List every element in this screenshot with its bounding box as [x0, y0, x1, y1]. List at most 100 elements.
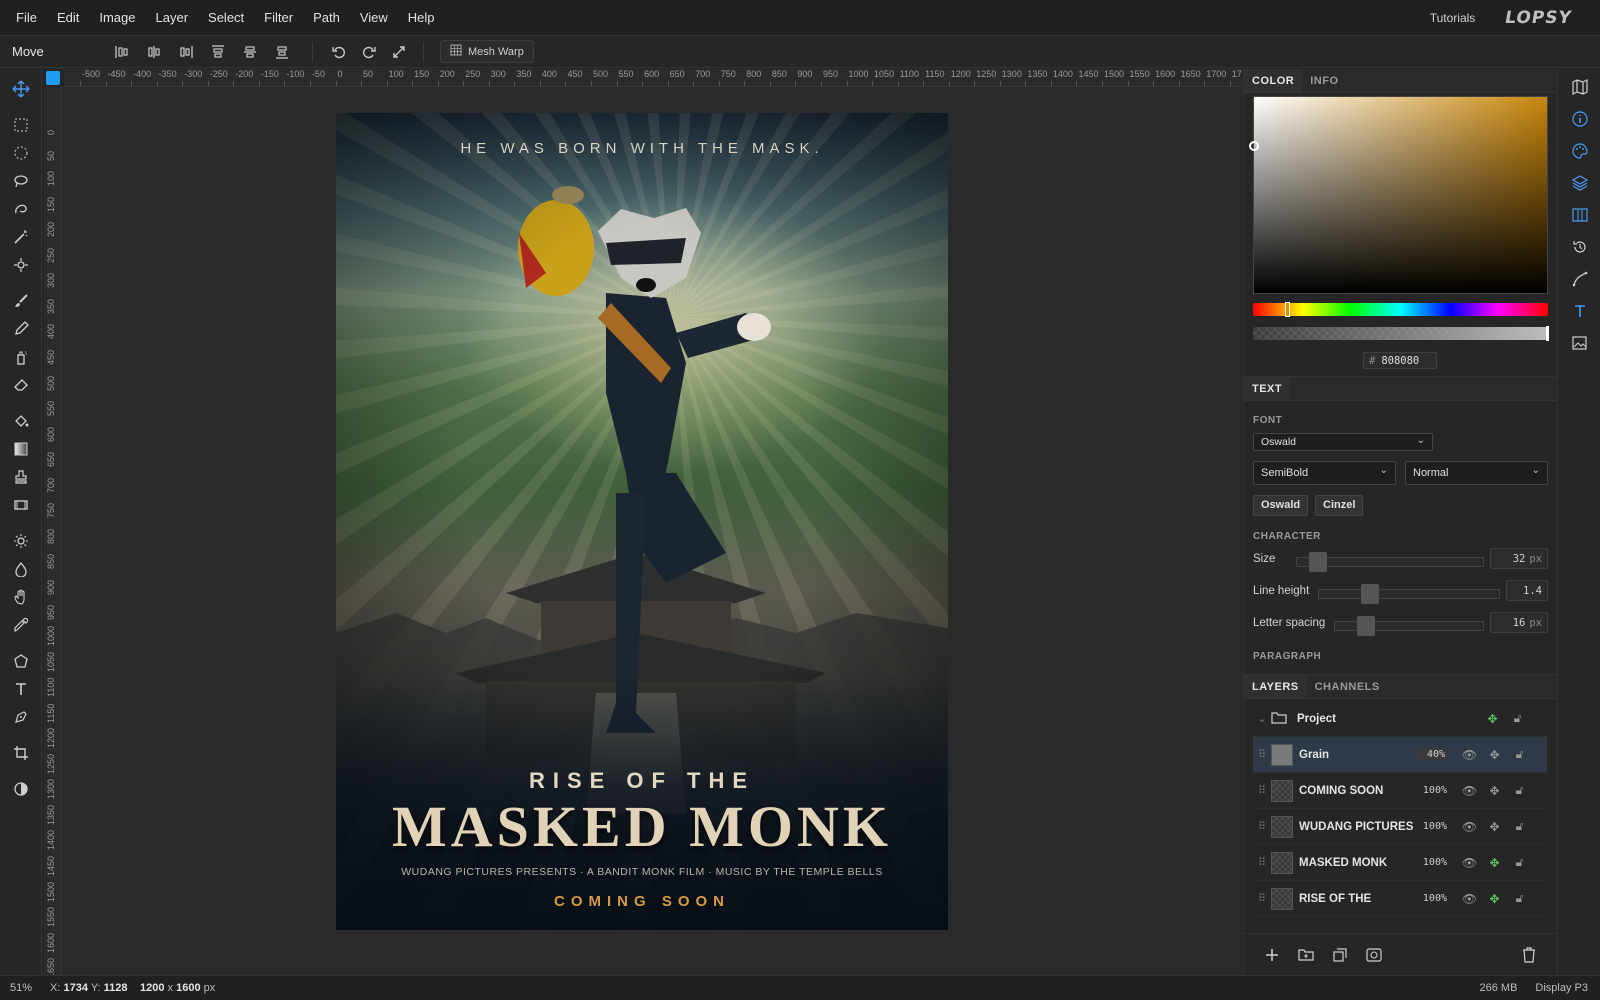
pencil-icon[interactable]	[0, 315, 42, 343]
hex-input[interactable]: # 808080	[1363, 352, 1437, 369]
ellipse-marquee-icon[interactable]	[0, 139, 42, 167]
layer-row-masked-monk[interactable]: ⠿ MASKED MONK 100% 👁︎ ✥ 🔓︎	[1253, 845, 1547, 881]
link-icon[interactable]: ✥	[1482, 892, 1507, 906]
eye-icon[interactable]: 👁︎	[1457, 892, 1482, 906]
tab-text[interactable]: TEXT	[1244, 377, 1291, 400]
lock-icon[interactable]: 🔓︎	[1505, 711, 1530, 726]
hue-thumb[interactable]	[1285, 302, 1290, 317]
canvas-area[interactable]: HE WAS BORN WITH THE MASK. RISE OF THE M…	[63, 87, 1242, 975]
blur-drop-icon[interactable]	[0, 555, 42, 583]
dodge-icon[interactable]	[0, 527, 42, 555]
eyedropper-icon[interactable]	[0, 611, 42, 639]
recent-font-oswald[interactable]: Oswald	[1253, 495, 1309, 516]
mask-icon[interactable]	[1362, 944, 1386, 966]
drag-handle-icon[interactable]: ⠿	[1253, 892, 1271, 905]
layers-icon[interactable]	[1558, 167, 1600, 199]
crop-icon[interactable]	[0, 739, 42, 767]
columns-icon[interactable]	[1558, 199, 1600, 231]
layer-opacity[interactable]: 40%	[1417, 749, 1447, 760]
mesh-warp-button[interactable]: Mesh Warp	[440, 40, 534, 63]
eye-icon[interactable]: 👁︎	[1457, 856, 1482, 870]
tab-info[interactable]: INFO	[1302, 69, 1346, 92]
image-edit-icon[interactable]	[1558, 327, 1600, 359]
undo-icon[interactable]	[327, 41, 351, 63]
poster-credits[interactable]: WUDANG PICTURES PRESENTS · A BANDIT MONK…	[336, 866, 948, 878]
duplicate-icon[interactable]	[1328, 944, 1352, 966]
contrast-icon[interactable]	[0, 775, 42, 803]
eraser-icon[interactable]	[0, 371, 42, 399]
font-style-select[interactable]: Normal ⌄	[1405, 461, 1548, 485]
poster-artboard[interactable]: HE WAS BORN WITH THE MASK. RISE OF THE M…	[336, 113, 948, 930]
poster-tagline[interactable]: HE WAS BORN WITH THE MASK.	[336, 140, 948, 157]
size-input[interactable]: 32 px	[1490, 548, 1548, 569]
drag-handle-icon[interactable]: ⠿	[1253, 748, 1271, 761]
letter-spacing-slider[interactable]	[1334, 616, 1484, 636]
menu-file[interactable]: File	[6, 0, 47, 36]
drag-handle-icon[interactable]: ⠿	[1253, 784, 1271, 797]
magnetic-lasso-icon[interactable]	[0, 195, 42, 223]
text-tool-icon[interactable]	[0, 675, 42, 703]
stamp-icon[interactable]	[0, 463, 42, 491]
size-slider-thumb[interactable]	[1309, 552, 1327, 572]
redo-icon[interactable]	[357, 41, 381, 63]
film-icon[interactable]	[0, 491, 42, 519]
menu-edit[interactable]: Edit	[47, 0, 89, 36]
ruler-origin[interactable]	[46, 71, 60, 85]
lasso-icon[interactable]	[0, 167, 42, 195]
link-icon[interactable]: ✥	[1482, 820, 1507, 834]
lock-icon[interactable]: 🔓︎	[1507, 783, 1532, 798]
drag-handle-icon[interactable]: ⠿	[1253, 856, 1271, 869]
poster-coming-soon[interactable]: COMING SOON	[336, 893, 948, 910]
brush-icon[interactable]	[0, 287, 42, 315]
layer-opacity[interactable]: 100%	[1417, 821, 1447, 832]
spray-icon[interactable]	[0, 343, 42, 371]
tab-color[interactable]: COLOR	[1244, 69, 1303, 92]
hand-icon[interactable]	[0, 583, 42, 611]
hue-slider[interactable]	[1253, 302, 1548, 317]
align-center-h-icon[interactable]	[142, 41, 166, 63]
size-slider[interactable]	[1296, 552, 1484, 572]
alpha-thumb[interactable]	[1546, 326, 1549, 341]
layer-row-grain[interactable]: ⠿ Grain 40% 👁︎ ✥ 🔓︎	[1253, 737, 1547, 773]
font-weight-select[interactable]: SemiBold ⌄	[1253, 461, 1396, 485]
horizontal-ruler[interactable]: -500 -450 -400 -350 -300 -250 -200 -150 -100 -50 0…	[64, 69, 1242, 87]
poster-title[interactable]: MASKED MONK	[336, 793, 948, 860]
poster-rise-text[interactable]: RISE OF THE	[336, 768, 948, 794]
line-height-slider[interactable]	[1318, 584, 1500, 604]
line-height-slider-thumb[interactable]	[1361, 584, 1379, 604]
expand-icon[interactable]	[387, 41, 411, 63]
layer-opacity[interactable]: 100%	[1417, 893, 1447, 904]
menu-layer[interactable]: Layer	[146, 0, 199, 36]
align-left-icon[interactable]	[110, 41, 134, 63]
line-height-input[interactable]: 1.4	[1506, 580, 1548, 601]
link-icon[interactable]: ✥	[1480, 712, 1505, 726]
layer-group-project[interactable]: ⌄ Project ✥ 🔓︎	[1253, 701, 1547, 737]
layer-row-rise-of-the[interactable]: ⠿ RISE OF THE 100% 👁︎ ✥ 🔓︎	[1253, 881, 1547, 917]
palette-icon[interactable]	[1558, 135, 1600, 167]
move-tool-icon[interactable]	[0, 75, 42, 103]
chevron-down-icon[interactable]: ⌄	[1253, 712, 1271, 725]
font-family-select[interactable]: Oswald ⌄	[1253, 433, 1433, 451]
lock-icon[interactable]: 🔓︎	[1507, 747, 1532, 762]
tab-layers[interactable]: LAYERS	[1244, 675, 1307, 698]
map-icon[interactable]	[1558, 71, 1600, 103]
eye-icon[interactable]: 👁︎	[1457, 820, 1482, 834]
paint-bucket-icon[interactable]	[0, 407, 42, 435]
layer-row-wudang-pictures[interactable]: ⠿ WUDANG PICTURES 100% 👁︎ ✥ 🔓︎	[1253, 809, 1547, 845]
tutorials-link[interactable]: Tutorials	[1430, 11, 1476, 25]
text-panel-icon[interactable]	[1558, 295, 1600, 327]
menu-select[interactable]: Select	[198, 0, 254, 36]
link-icon[interactable]: ✥	[1482, 856, 1507, 870]
lock-icon[interactable]: 🔓︎	[1507, 819, 1532, 834]
tab-channels[interactable]: CHANNELS	[1307, 675, 1388, 698]
history-icon[interactable]	[1558, 231, 1600, 263]
curve-icon[interactable]	[1558, 263, 1600, 295]
rect-marquee-icon[interactable]	[0, 111, 42, 139]
eye-icon[interactable]: 👁︎	[1457, 748, 1482, 762]
layer-opacity[interactable]: 100%	[1417, 857, 1447, 868]
vertical-ruler[interactable]: 0 50 100 150 200 250 300 350 400 450 500 550 600 650 7…	[44, 87, 62, 975]
align-bottom-icon[interactable]	[270, 41, 294, 63]
link-icon[interactable]: ✥	[1482, 748, 1507, 762]
align-center-v-icon[interactable]	[238, 41, 262, 63]
menu-path[interactable]: Path	[303, 0, 350, 36]
